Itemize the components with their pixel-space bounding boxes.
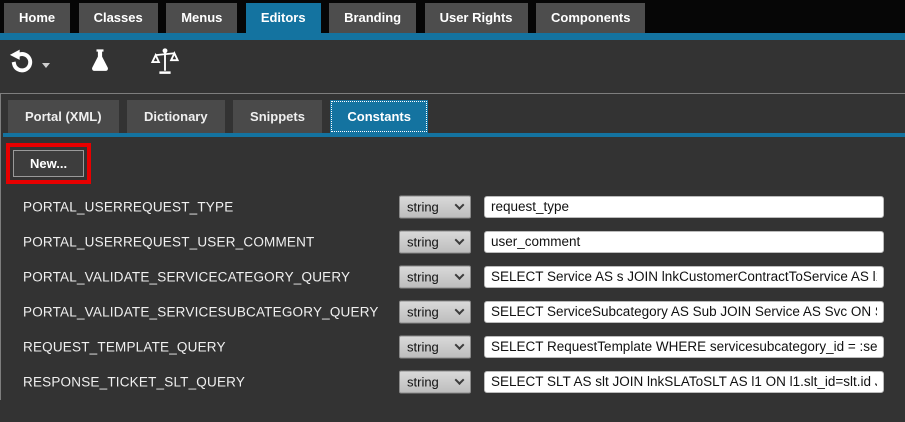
constant-row: REQUEST_TEMPLATE_QUERY string [1, 329, 905, 364]
undo-dropdown-caret-icon[interactable] [42, 63, 50, 68]
constant-row: PORTAL_USERREQUEST_USER_COMMENT string [1, 224, 905, 259]
tab-dictionary[interactable]: Dictionary [127, 100, 225, 133]
chevron-down-icon [455, 200, 465, 210]
constant-value-input[interactable] [484, 371, 884, 393]
constant-value-input[interactable] [484, 301, 884, 323]
chevron-down-icon [455, 375, 465, 385]
editor-tabbar-accent-bar [3, 133, 905, 137]
constant-name-label: PORTAL_VALIDATE_SERVICESUBCATEGORY_QUERY [23, 304, 379, 319]
chevron-down-icon [455, 340, 465, 350]
chevron-down-icon [455, 270, 465, 280]
new-constant-area: New... [6, 143, 905, 184]
constant-row: PORTAL_USERREQUEST_TYPE string [1, 189, 905, 224]
constant-row: RESPONSE_TICKET_SLT_QUERY string [1, 364, 905, 399]
constant-value-input[interactable] [484, 231, 884, 253]
type-select[interactable]: string [399, 230, 471, 253]
constant-value-input[interactable] [484, 336, 884, 358]
type-select[interactable]: string [399, 335, 471, 358]
constant-value-input[interactable] [484, 266, 884, 288]
type-select-value: string [407, 199, 439, 214]
toolbar [0, 40, 905, 93]
scales-icon [150, 47, 180, 77]
type-select-value: string [407, 304, 439, 319]
tab-home[interactable]: Home [4, 3, 70, 33]
type-select[interactable]: string [399, 300, 471, 323]
compare-scales-button[interactable] [150, 47, 180, 77]
tab-constants[interactable]: Constants [330, 100, 428, 133]
constant-name-label: PORTAL_USERREQUEST_USER_COMMENT [23, 234, 315, 249]
type-select[interactable]: string [399, 265, 471, 288]
constant-row: PORTAL_VALIDATE_SERVICECATEGORY_QUERY st… [1, 259, 905, 294]
constant-name-label: PORTAL_VALIDATE_SERVICECATEGORY_QUERY [23, 269, 350, 284]
type-select[interactable]: string [399, 195, 471, 218]
type-select-value: string [407, 269, 439, 284]
type-select-value: string [407, 339, 439, 354]
tab-components[interactable]: Components [536, 3, 645, 33]
editor-panel: Portal (XML) Dictionary Snippets Constan… [0, 93, 905, 400]
undo-icon [8, 47, 36, 75]
flask-icon [86, 47, 114, 75]
chevron-down-icon [455, 305, 465, 315]
constants-list: PORTAL_USERREQUEST_TYPE string PORTAL_US… [1, 189, 905, 399]
constant-name-label: RESPONSE_TICKET_SLT_QUERY [23, 374, 245, 389]
tab-menus[interactable]: Menus [166, 3, 237, 33]
test-flask-button[interactable] [86, 47, 114, 75]
constant-name-label: PORTAL_USERREQUEST_TYPE [23, 199, 233, 214]
topnav-accent-bar [0, 33, 905, 40]
constant-value-input[interactable] [484, 196, 884, 218]
type-select-value: string [407, 234, 439, 249]
undo-button[interactable] [8, 47, 50, 75]
constant-name-label: REQUEST_TEMPLATE_QUERY [23, 339, 226, 354]
tab-classes[interactable]: Classes [79, 3, 158, 33]
tab-snippets[interactable]: Snippets [233, 100, 322, 133]
tab-portal-xml[interactable]: Portal (XML) [8, 100, 119, 133]
type-select-value: string [407, 374, 439, 389]
editor-tabbar: Portal (XML) Dictionary Snippets Constan… [1, 94, 905, 133]
type-select[interactable]: string [399, 370, 471, 393]
designer-window: Home Classes Menus Editors Branding User… [0, 0, 905, 422]
red-highlight-annotation: New... [6, 143, 91, 184]
tab-branding[interactable]: Branding [329, 3, 416, 33]
tab-user-rights[interactable]: User Rights [425, 3, 528, 33]
new-button[interactable]: New... [13, 150, 84, 177]
tab-editors[interactable]: Editors [246, 3, 321, 40]
constant-row: PORTAL_VALIDATE_SERVICESUBCATEGORY_QUERY… [1, 294, 905, 329]
chevron-down-icon [455, 235, 465, 245]
top-navigation: Home Classes Menus Editors Branding User… [0, 0, 905, 33]
